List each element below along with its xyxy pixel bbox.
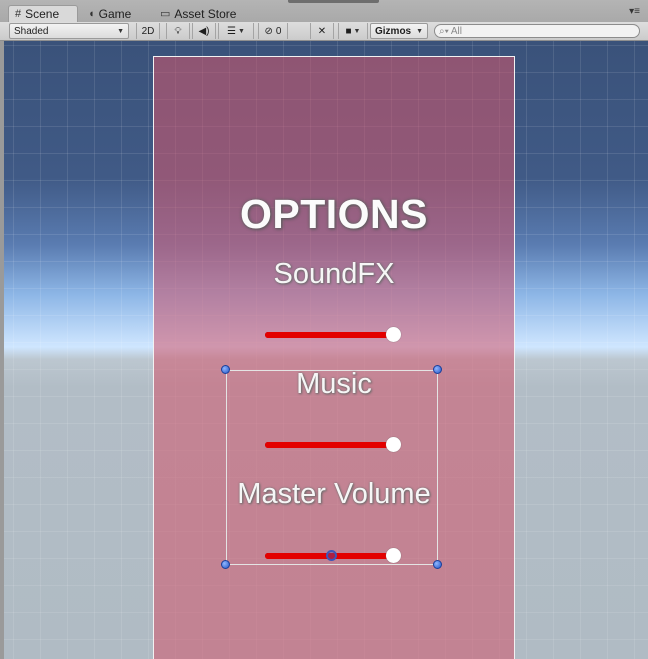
dropdown-arrow-icon: ▼ <box>238 27 245 35</box>
resize-handle-bottom-left[interactable] <box>221 560 230 569</box>
tab-label: Asset Store <box>174 6 237 21</box>
shading-mode-dropdown[interactable]: Shaded ▼ <box>9 23 129 39</box>
scene-toolbar: Shaded ▼ 2D 💡︎ ◀) ☰ ▼ ⊘ 0 ✕ ■ ▼ Gizmos ▼… <box>0 22 648 41</box>
tools-toggle-button[interactable]: ✕ <box>310 23 334 39</box>
hidden-objects-toggle[interactable]: ⊘ 0 <box>258 23 288 39</box>
lighting-toggle-button[interactable]: 💡︎ <box>166 23 190 39</box>
search-placeholder: All <box>450 25 462 37</box>
scene-viewport[interactable]: OPTIONS SoundFX Music Master Volume <box>4 41 648 659</box>
dropdown-arrow-icon: ▼ <box>117 27 124 35</box>
tab-label: Scene <box>25 7 60 21</box>
slider-handle[interactable] <box>386 327 401 342</box>
tab-scene[interactable]: # Scene <box>8 5 78 22</box>
options-title: OPTIONS <box>239 191 429 237</box>
lightbulb-icon: 💡︎ <box>174 25 182 37</box>
shading-mode-label: Shaded <box>14 25 49 37</box>
tab-game[interactable]: ◖ Game <box>82 5 142 22</box>
drag-handle[interactable] <box>288 0 379 3</box>
tab-menu-icon[interactable]: ▾≡ <box>629 6 640 17</box>
2d-toggle-label: 2D <box>141 25 155 37</box>
speaker-icon: ◀) <box>198 25 210 37</box>
music-slider[interactable] <box>265 437 401 452</box>
camera-dropdown-button[interactable]: ■ ▼ <box>338 23 368 39</box>
gizmos-label: Gizmos <box>375 25 412 37</box>
tools-icon: ✕ <box>317 25 327 37</box>
scene-search-input[interactable]: ⌕▾ All <box>434 24 640 38</box>
2d-toggle-button[interactable]: 2D <box>136 23 160 39</box>
resize-handle-bottom-right[interactable] <box>433 560 442 569</box>
camera-icon: ■ <box>345 25 352 37</box>
layers-icon: ☰ <box>227 25 237 37</box>
search-icon: ⌕▾ <box>439 25 449 37</box>
music-label: Music <box>296 368 372 400</box>
tab-asset-store[interactable]: ▭ Asset Store <box>154 5 248 22</box>
gizmos-dropdown[interactable]: Gizmos ▼ <box>370 23 428 39</box>
soundfx-slider[interactable] <box>265 327 401 342</box>
pacman-icon: ◖ <box>88 7 95 20</box>
canvas-panel[interactable] <box>153 56 515 659</box>
window-tab-bar: # Scene ◖ Game ▭ Asset Store ▾≡ <box>0 0 648 23</box>
grid-icon: # <box>15 8 22 20</box>
master-volume-label: Master Volume <box>237 478 431 510</box>
bag-icon: ▭ <box>160 8 171 20</box>
slider-handle[interactable] <box>386 548 401 563</box>
eye-slash-icon: ⊘ <box>264 25 273 37</box>
slider-handle[interactable] <box>386 437 401 452</box>
audio-toggle-button[interactable]: ◀) <box>192 23 216 39</box>
tab-label: Game <box>98 6 132 21</box>
slider-fill <box>265 442 393 448</box>
slider-fill <box>265 332 393 338</box>
dropdown-arrow-icon: ▼ <box>416 27 423 35</box>
dropdown-arrow-icon: ▼ <box>353 27 361 35</box>
soundfx-label: SoundFX <box>273 258 395 290</box>
hidden-count: 0 <box>275 25 282 37</box>
effects-dropdown-button[interactable]: ☰ ▼ <box>218 23 254 39</box>
pivot-handle[interactable] <box>326 550 337 561</box>
